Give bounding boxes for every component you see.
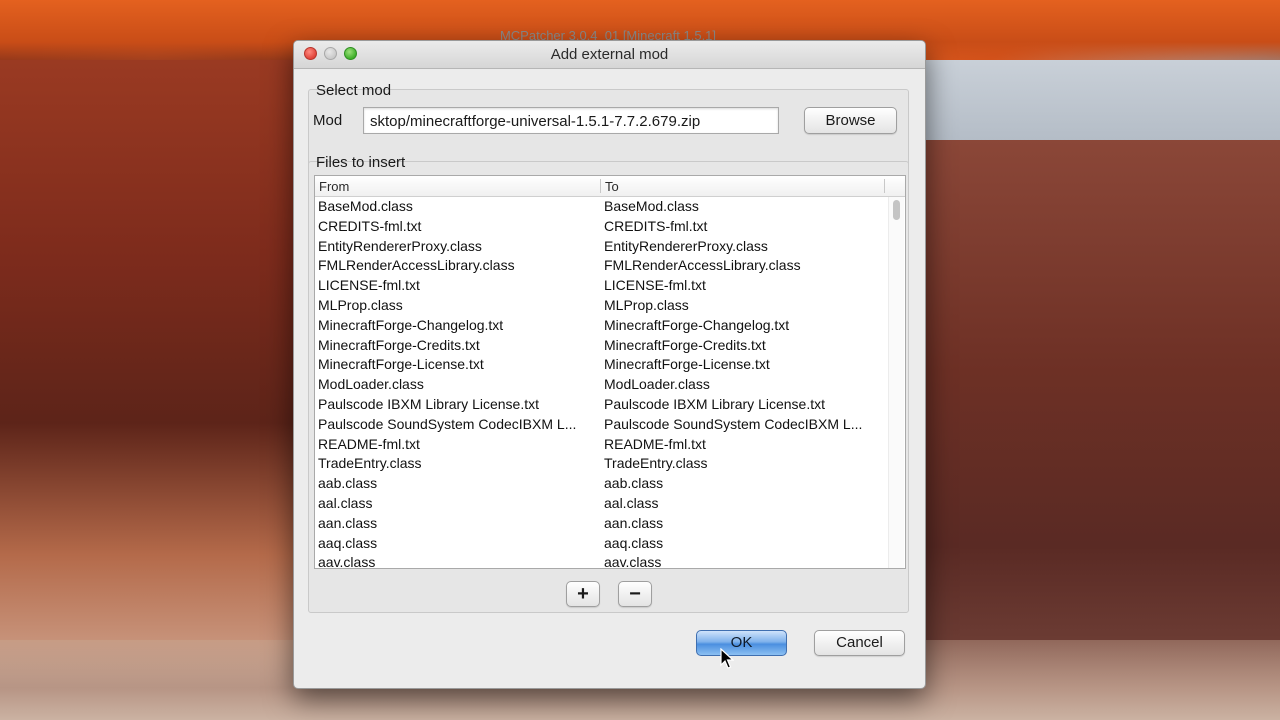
table-row[interactable]: aab.class aab.class	[315, 474, 887, 494]
table-row[interactable]: Paulscode IBXM Library License.txt Paulsc…	[315, 395, 887, 415]
cell-to: TradeEntry.class	[604, 455, 708, 472]
cell-from: TradeEntry.class	[318, 455, 422, 472]
cell-from: ModLoader.class	[318, 376, 424, 393]
mod-path-field[interactable]: sktop/minecraftforge-universal-1.5.1-7.7…	[363, 107, 779, 134]
cell-to: MLProp.class	[604, 296, 689, 313]
desktop-wallpaper-left-cliff	[0, 60, 300, 720]
cell-from: EntityRendererProxy.class	[318, 237, 482, 254]
cell-to: MinecraftForge-License.txt	[604, 356, 770, 373]
cell-to: Paulscode IBXM Library License.txt	[604, 395, 825, 412]
cell-to: BaseMod.class	[604, 198, 699, 214]
add-file-button[interactable]: +	[566, 581, 600, 607]
cell-to: Paulscode SoundSystem CodecIBXM L...	[604, 415, 863, 432]
cell-to: FMLRenderAccessLibrary.class	[604, 257, 801, 274]
scrollbar-thumb[interactable]	[893, 200, 900, 220]
cell-from: CREDITS-fml.txt	[318, 217, 422, 234]
cell-to: aav.class	[604, 554, 662, 569]
dialog-title: Add external mod	[550, 46, 669, 63]
mouse-cursor-icon	[720, 648, 734, 669]
table-row[interactable]: CREDITS-fml.txt CREDITS-fml.txt	[315, 217, 887, 237]
column-header-from[interactable]: From	[319, 179, 349, 194]
cell-from: Paulscode IBXM Library License.txt	[318, 395, 539, 412]
cell-from: aav.class	[318, 554, 376, 569]
table-row[interactable]: aal.class aal.class	[315, 494, 887, 514]
table-row[interactable]: README-fml.txt README-fml.txt	[315, 435, 887, 455]
table-row[interactable]: MinecraftForge-License.txt MinecraftForge…	[315, 355, 887, 375]
cell-from: FMLRenderAccessLibrary.class	[318, 257, 515, 274]
desktop-wallpaper-right-cliff	[925, 140, 1280, 720]
cell-from: MinecraftForge-License.txt	[318, 356, 484, 373]
table-row[interactable]: BaseMod.class BaseMod.class	[315, 197, 887, 217]
cell-to: MinecraftForge-Credits.txt	[604, 336, 766, 353]
table-row[interactable]: ModLoader.class ModLoader.class	[315, 375, 887, 395]
cell-to: EntityRendererProxy.class	[604, 237, 768, 254]
cell-from: README-fml.txt	[318, 435, 420, 452]
table-row[interactable]: MinecraftForge-Credits.txt MinecraftForge…	[315, 336, 887, 356]
cell-to: CREDITS-fml.txt	[604, 217, 708, 234]
cell-to: aaq.class	[604, 534, 664, 551]
table-row[interactable]: MLProp.class MLProp.class	[315, 296, 887, 316]
cell-to: README-fml.txt	[604, 435, 706, 452]
column-divider[interactable]	[600, 179, 601, 193]
files-table: From To BaseMod.class BaseMod.class CREDIT…	[314, 175, 906, 569]
table-row[interactable]: MinecraftForge-Changelog.txt MinecraftFor…	[315, 316, 887, 336]
add-external-mod-dialog: Add external mod Select mod Mod sktop/mi…	[293, 40, 926, 689]
dialog-titlebar[interactable]: Add external mod	[294, 41, 925, 69]
files-table-scrollbar[interactable]	[888, 197, 904, 568]
files-table-header: From To	[315, 176, 905, 197]
cell-from: aab.class	[318, 475, 378, 492]
cell-from: MLProp.class	[318, 296, 403, 313]
ok-button[interactable]: OK	[696, 630, 787, 656]
table-row[interactable]: Paulscode SoundSystem CodecIBXM L... Paul…	[315, 415, 887, 435]
table-row[interactable]: EntityRendererProxy.class EntityRendererP…	[315, 237, 887, 257]
cell-from: BaseMod.class	[318, 198, 413, 214]
cell-to: aan.class	[604, 514, 664, 531]
minus-icon: −	[629, 583, 641, 605]
table-row[interactable]: TradeEntry.class TradeEntry.class	[315, 454, 887, 474]
cell-from: aan.class	[318, 514, 378, 531]
table-row[interactable]: aaq.class aaq.class	[315, 534, 887, 554]
plus-icon: +	[577, 583, 589, 605]
cell-from: MinecraftForge-Credits.txt	[318, 336, 480, 353]
remove-file-button[interactable]: −	[618, 581, 652, 607]
mod-path-value: sktop/minecraftforge-universal-1.5.1-7.7…	[370, 113, 701, 130]
select-mod-group-label: Select mod	[316, 82, 392, 99]
table-row[interactable]: aan.class aan.class	[315, 514, 887, 534]
cell-from: MinecraftForge-Changelog.txt	[318, 316, 504, 333]
table-row[interactable]: aav.class aav.class	[315, 553, 887, 569]
cell-from: Paulscode SoundSystem CodecIBXM L...	[318, 415, 577, 432]
cell-to: aal.class	[604, 494, 659, 511]
mod-label: Mod	[313, 112, 343, 129]
files-to-insert-group-label: Files to insert	[316, 154, 406, 171]
cell-to: ModLoader.class	[604, 376, 710, 393]
files-table-body: BaseMod.class BaseMod.class CREDITS-fml.tx…	[315, 197, 887, 569]
column-divider[interactable]	[884, 179, 885, 193]
cell-from: aal.class	[318, 494, 373, 511]
desktop-wallpaper-sky	[925, 60, 1280, 180]
cell-to: LICENSE-fml.txt	[604, 277, 706, 294]
cancel-button[interactable]: Cancel	[814, 630, 905, 656]
table-row[interactable]: FMLRenderAccessLibrary.class FMLRenderAcc…	[315, 256, 887, 276]
cell-from: LICENSE-fml.txt	[318, 277, 420, 294]
column-header-to[interactable]: To	[605, 179, 619, 194]
cell-to: aab.class	[604, 475, 664, 492]
table-row[interactable]: LICENSE-fml.txt LICENSE-fml.txt	[315, 276, 887, 296]
cell-from: aaq.class	[318, 534, 378, 551]
browse-button[interactable]: Browse	[804, 107, 897, 134]
cell-to: MinecraftForge-Changelog.txt	[604, 316, 790, 333]
